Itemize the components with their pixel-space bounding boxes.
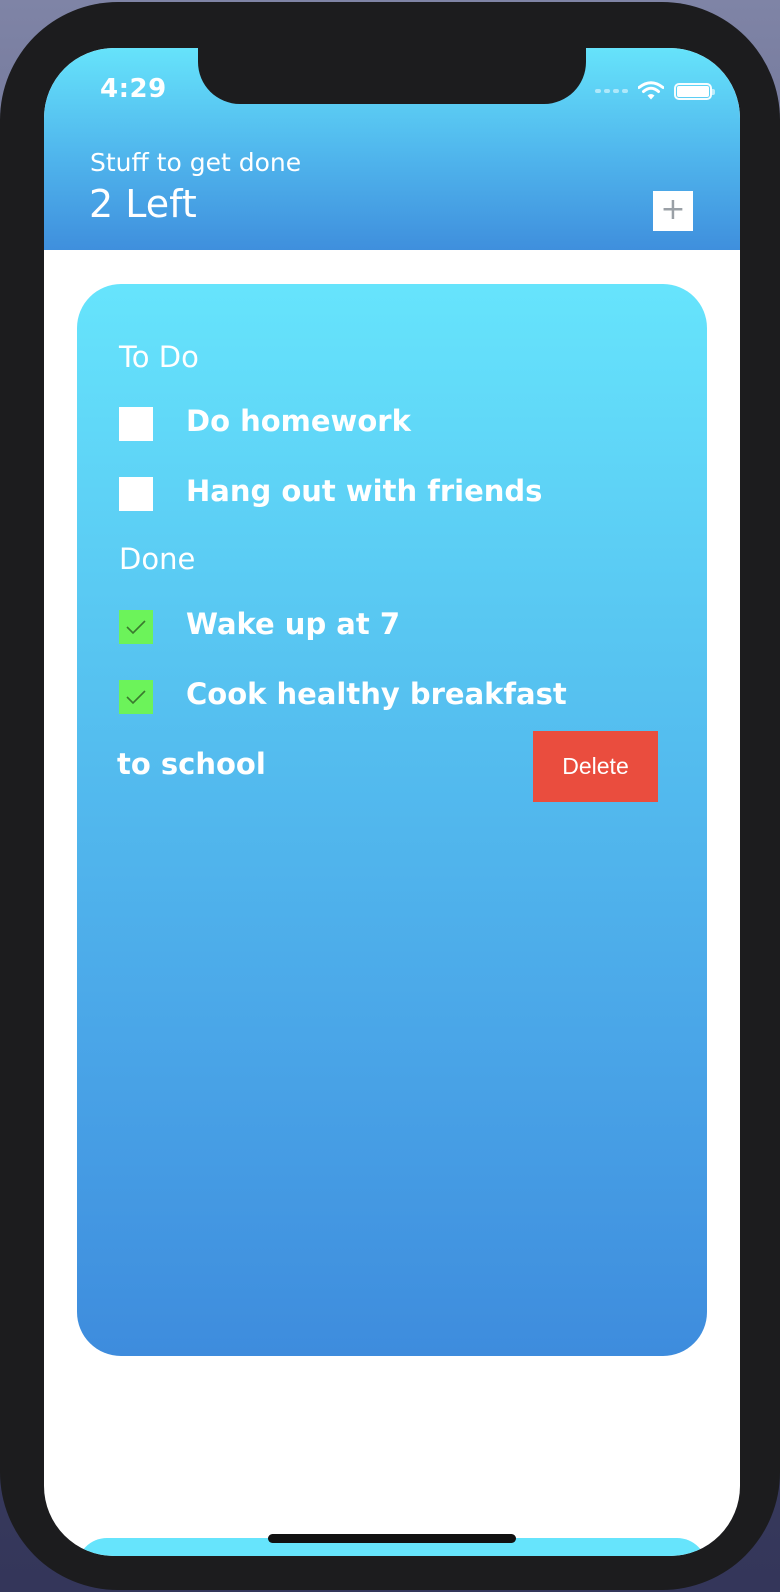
device-notch [198,48,586,104]
checked-checkbox[interactable] [119,680,153,714]
add-task-button[interactable]: + [653,191,693,231]
wifi-icon [638,81,664,100]
home-indicator[interactable] [268,1534,516,1543]
section-title-done: Done [119,542,196,576]
status-bar-icons [595,76,715,106]
app-screen: 4:29 Stuff to get done 2 Left + To Do Do… [44,48,740,1556]
checkmark-icon [126,620,146,635]
delete-button[interactable]: Delete [533,731,658,802]
task-label: Do homework [186,404,411,438]
task-list-card: To Do Do homework Hang out with friends … [77,284,707,1356]
task-row[interactable]: Cook healthy breakfast [119,677,679,715]
checked-checkbox[interactable] [119,610,153,644]
header-subtitle: Stuff to get done [90,148,302,177]
task-label: Hang out with friends [186,474,543,508]
status-bar-time: 4:29 [100,74,167,104]
section-title-todo: To Do [119,340,199,374]
unchecked-checkbox[interactable] [119,477,153,511]
unchecked-checkbox[interactable] [119,407,153,441]
task-label: Cook healthy breakfast [186,677,567,711]
cellular-signal-icon [595,89,628,93]
checkmark-icon [126,690,146,705]
phone-frame: 4:29 Stuff to get done 2 Left + To Do Do… [0,2,780,1590]
task-row[interactable]: Do homework [119,404,679,442]
swiped-task-label[interactable]: to school [117,747,417,781]
task-label: Wake up at 7 [186,607,401,641]
remaining-count: 2 Left [89,182,197,226]
task-row[interactable]: Wake up at 7 [119,607,679,645]
task-row[interactable]: Hang out with friends [119,474,679,512]
battery-icon [674,82,715,100]
